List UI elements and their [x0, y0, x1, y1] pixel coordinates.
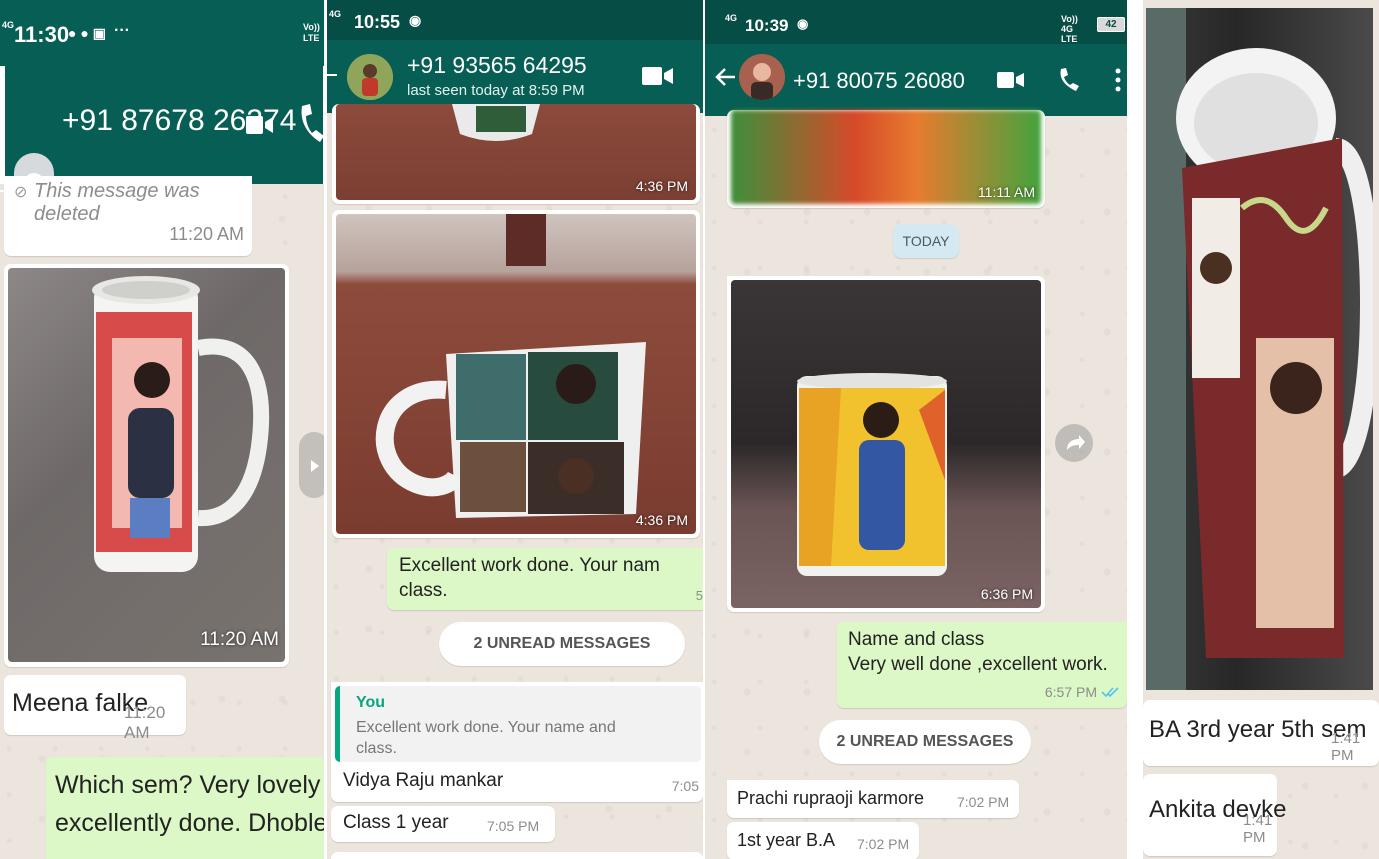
message-text: Which sem? Very lovely work,	[55, 771, 324, 799]
status-time: 10:39	[745, 16, 789, 35]
back-arrow-icon[interactable]	[327, 74, 337, 76]
unread-divider: 2 UNREAD MESSAGES	[439, 622, 685, 666]
message-text: Very well done ,excellent work.	[848, 654, 1108, 675]
outgoing-message[interactable]: Excellent work done. Your nam class. 5	[387, 548, 703, 610]
chat-screenshot-3: 4G 10:39 ◉ Vo)) 4G LTE 42 +91 80075 2608…	[705, 0, 1127, 859]
unread-label: 2 UNREAD MESSAGES	[836, 733, 1014, 750]
photo-time: 6:36 PM	[980, 586, 1033, 602]
status-more: ···	[114, 22, 130, 39]
quoted-text: Excellent work done. Your name and	[356, 719, 616, 736]
incoming-message[interactable]: Ankita devke 1:41 PM	[1143, 774, 1286, 856]
deleted-text: This message was deleted	[34, 180, 200, 225]
unread-divider: 2 UNREAD MESSAGES	[819, 720, 1031, 764]
mug-photo[interactable]	[336, 214, 696, 534]
incoming-message[interactable]: Meena falke 11:20 AM	[4, 675, 186, 742]
reply-message[interactable]: You Excellent work done. Your name and c…	[331, 682, 703, 802]
chat-screenshot-4: BA 3rd year 5th sem 1:41 PM Ankita devke…	[1143, 0, 1379, 859]
message-time: 7:02 PM	[957, 794, 1010, 810]
vpn-icon: ◉	[797, 16, 809, 31]
back-arrow-icon[interactable]	[715, 66, 737, 88]
message-time: 5	[695, 588, 703, 603]
message-text: class.	[399, 580, 448, 601]
battery-icon: 42	[1097, 17, 1125, 32]
date-label: TODAY	[902, 233, 950, 249]
quoted-author: You	[356, 694, 386, 711]
deleted-message[interactable]: ⊘ This message was deleted 11:20 AM	[4, 176, 252, 256]
vpn-icon: ◉	[409, 12, 422, 28]
more-options-icon[interactable]	[1115, 68, 1121, 92]
incoming-message[interactable]: 1st year B.A 7:02 PM	[727, 822, 919, 859]
network-label: Vo)) 4G LTE	[1061, 14, 1078, 44]
message-text: Name and class	[848, 629, 985, 650]
incoming-message[interactable]: Prachi rupraoji karmore 7:02 PM	[727, 780, 1019, 818]
message-time: 7:05	[671, 778, 699, 794]
network-label: Vo)) LTE	[303, 22, 320, 43]
message-time: 7:05 PM	[487, 818, 540, 834]
image-message[interactable]: 6:36 PM	[727, 276, 1045, 612]
status-time: 11:30	[14, 22, 70, 47]
incoming-message[interactable]: Class 1 year 7:05 PM	[331, 806, 555, 842]
forward-icon[interactable]	[299, 432, 324, 498]
unread-label: 2 UNREAD MESSAGES	[473, 635, 651, 652]
photo-time: 4:36 PM	[635, 178, 688, 194]
date-divider: TODAY	[893, 224, 959, 258]
image-message[interactable]: 4:36 PM	[332, 210, 700, 538]
contact-name[interactable]: +91 80075 26080	[793, 68, 965, 94]
status-bar: 4G 10:55 ◉	[327, 0, 703, 40]
signal-label: 4G	[329, 9, 342, 19]
message-time: 7:02 PM	[857, 836, 910, 852]
video-call-icon[interactable]	[246, 114, 274, 136]
mug-photo[interactable]	[8, 268, 285, 662]
photo-time: 11:11 AM	[977, 184, 1035, 200]
message-text: Class 1 year	[343, 812, 449, 833]
image-message[interactable]: 11:11 AM	[727, 110, 1045, 208]
message-text: excellently done. Dhoble madam	[55, 809, 324, 837]
voice-call-icon[interactable]	[1058, 68, 1080, 92]
signal-label: 4G	[2, 20, 15, 30]
mug-photo[interactable]	[731, 280, 1041, 608]
forward-icon[interactable]	[1055, 424, 1093, 462]
quoted-message[interactable]: You Excellent work done. Your name and c…	[335, 686, 701, 762]
contact-name[interactable]: +91 93565 64295	[407, 52, 587, 79]
incoming-message-partial	[331, 852, 703, 859]
message-time: 11:20 AM	[124, 703, 166, 742]
deleted-icon: ⊘	[14, 184, 28, 201]
avatar[interactable]	[347, 54, 393, 100]
read-receipt-icon	[1101, 686, 1121, 698]
message-text: 1st year B.A	[737, 830, 836, 850]
incoming-message[interactable]: BA 3rd year 5th sem 1:41 PM	[1143, 700, 1379, 766]
chat-header: +91 93565 64295 last seen today at 8:59 …	[327, 40, 703, 113]
notification-icons: ● ● ▣	[68, 25, 106, 41]
outgoing-message[interactable]: Which sem? Very lovely work, excellently…	[46, 757, 324, 859]
status-bar: 4G 10:39 ◉ Vo)) 4G LTE 42	[705, 0, 1127, 44]
chat-header: +91 80075 26080	[705, 44, 1127, 116]
outgoing-message[interactable]: Name and class Very well done ,excellent…	[837, 622, 1127, 708]
message-time: 1:41 PM	[1331, 730, 1361, 764]
message-text: Vidya Raju mankar	[343, 770, 504, 791]
signal-label: 4G	[725, 13, 738, 23]
message-time: 11:20 AM	[169, 224, 244, 244]
chat-screenshot-2: 4G 10:55 ◉ +91 93565 64295 last seen tod…	[327, 0, 703, 859]
video-call-icon[interactable]	[642, 66, 674, 86]
video-call-icon[interactable]	[997, 71, 1025, 89]
image-message[interactable]: 11:20 AM	[4, 264, 289, 667]
photo-time: 11:20 AM	[200, 629, 279, 650]
message-time: 1:41 PM	[1243, 812, 1273, 846]
status-time: 10:55	[354, 12, 401, 32]
quoted-text: class.	[356, 740, 397, 757]
mug-photo[interactable]	[1146, 8, 1373, 690]
message-text: Excellent work done. Your nam	[399, 555, 660, 576]
image-message[interactable]: 4:36 PM	[332, 104, 700, 204]
last-seen: last seen today at 8:59 PM	[407, 82, 585, 99]
chat-header: +91 87678 26374	[0, 66, 324, 227]
avatar[interactable]	[739, 54, 785, 100]
voice-call-icon[interactable]	[298, 104, 324, 144]
battery-level: 42	[1105, 19, 1117, 30]
message-time: 6:57 PM	[1044, 684, 1097, 700]
photo-time: 4:36 PM	[635, 512, 688, 528]
message-text: Prachi rupraoji karmore	[737, 788, 925, 808]
chat-screenshot-1: 4G 11:30 ● ● ▣ ··· Vo)) LTE +91 87678 26…	[0, 0, 324, 859]
status-bar: 4G 11:30 ● ● ▣ ··· Vo)) LTE	[0, 0, 324, 66]
